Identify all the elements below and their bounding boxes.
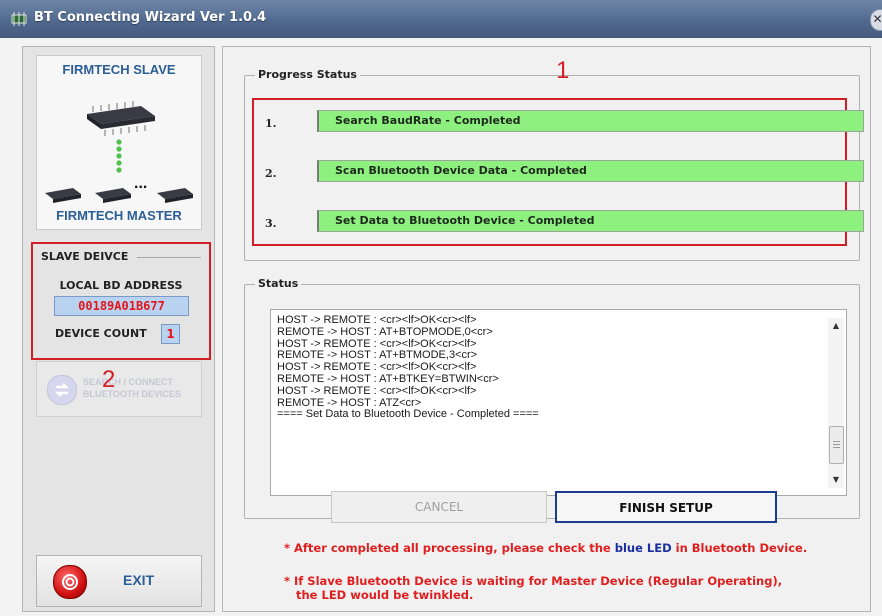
- status-log-line: REMOTE -> HOST : AT+BTOPMODE,0<cr>: [277, 325, 493, 338]
- step-number: 3.: [265, 217, 277, 230]
- note-1-after: in Bluetooth Device.: [671, 541, 808, 555]
- window-body: FIRMTECH SLAVE ... FIRMTECH MASTER SLAVE…: [0, 38, 882, 616]
- close-button[interactable]: ✕: [870, 9, 882, 31]
- log-scrollbar[interactable]: ▲ ▼: [828, 318, 844, 488]
- close-icon[interactable]: ✕: [872, 12, 882, 26]
- right-panel: Progress Status 1 1. Search BaudRate - C…: [222, 46, 871, 612]
- annotation-marker-1: 1: [556, 57, 570, 84]
- note-2-line-1: * If Slave Bluetooth Device is waiting f…: [284, 574, 783, 588]
- status-log-line: ==== Set Data to Bluetooth Device - Comp…: [277, 408, 539, 421]
- slave-device-legend: SLAVE DEIVCE: [41, 250, 133, 263]
- status-log[interactable]: HOST -> REMOTE : <cr><lf>OK<cr><lf> REMOT…: [270, 309, 847, 496]
- scroll-thumb[interactable]: [829, 426, 844, 464]
- search-button-label: SEARCH / CONNECT BLUETOOTH DEVICES: [83, 376, 201, 400]
- search-line-1: SEARCH / CONNECT: [83, 377, 174, 387]
- left-panel: FIRMTECH SLAVE ... FIRMTECH MASTER SLAVE…: [22, 46, 215, 612]
- progress-status-legend: Progress Status: [255, 68, 360, 81]
- status-group: Status HOST -> REMOTE : <cr><lf>OK<cr><l…: [244, 277, 860, 519]
- exit-button[interactable]: EXIT: [36, 555, 202, 607]
- finish-setup-button[interactable]: FINISH SETUP: [555, 491, 777, 523]
- step-number: 1.: [265, 117, 277, 130]
- note-1-blue: blue LED: [614, 541, 672, 555]
- scroll-up-icon[interactable]: ▲: [828, 318, 844, 334]
- step-progress-bar: Scan Bluetooth Device Data - Completed: [317, 160, 864, 182]
- step-label: Search BaudRate - Completed: [335, 114, 521, 127]
- bd-address-value: 00189A01B677: [54, 296, 189, 316]
- exit-label: EXIT: [123, 572, 155, 588]
- window-title: BT Connecting Wizard Ver 1.0.4: [34, 10, 267, 25]
- master-area: ... FIRMTECH MASTER: [36, 173, 202, 230]
- status-log-lines: HOST -> REMOTE : <cr><lf>OK<cr><lf> REMOT…: [277, 314, 817, 421]
- master-label: FIRMTECH MASTER: [56, 208, 182, 223]
- progress-highlight-box: 1. Search BaudRate - Completed 2. Scan B…: [252, 98, 864, 246]
- status-log-line: HOST -> REMOTE : <cr><lf>OK<cr><lf>: [277, 384, 477, 397]
- power-icon: [53, 565, 87, 599]
- search-line-2: BLUETOOTH DEVICES: [83, 389, 181, 399]
- step-number: 2.: [265, 167, 277, 180]
- note-1-before: * After completed all processing, please…: [284, 541, 615, 555]
- bluetooth-search-icon: [47, 375, 77, 405]
- title-bar: BT Connecting Wizard Ver 1.0.4 ✕: [0, 0, 882, 38]
- annotation-marker-2: 2: [102, 366, 116, 393]
- note-2-line-2: the LED would be twinkled.: [296, 588, 474, 602]
- status-log-line: REMOTE -> HOST : AT+BTKEY=BTWIN<cr>: [277, 372, 499, 385]
- step-label: Scan Bluetooth Device Data - Completed: [335, 164, 587, 177]
- device-count-label: DEVICE COUNT: [55, 327, 147, 340]
- cancel-button[interactable]: CANCEL: [331, 491, 547, 523]
- note-1: * After completed all processing, please…: [284, 541, 807, 555]
- slave-chip-icon: [87, 101, 155, 136]
- app-icon: [11, 12, 27, 26]
- step-label: Set Data to Bluetooth Device - Completed: [335, 214, 595, 227]
- device-count-value: 1: [161, 324, 180, 344]
- step-progress-bar: Set Data to Bluetooth Device - Completed: [317, 210, 864, 232]
- search-connect-button[interactable]: SEARCH / CONNECT BLUETOOTH DEVICES: [36, 361, 202, 417]
- step-progress-bar: Search BaudRate - Completed: [317, 110, 864, 132]
- topology-dots: ...: [134, 175, 148, 192]
- scroll-down-icon[interactable]: ▼: [828, 472, 844, 488]
- legend-line: [137, 257, 201, 258]
- bd-address-label: LOCAL BD ADDRESS: [59, 279, 183, 292]
- status-legend: Status: [255, 277, 302, 290]
- slave-device-group: SLAVE DEIVCE LOCAL BD ADDRESS 00189A01B6…: [31, 242, 211, 360]
- slave-label: FIRMTECH SLAVE: [62, 62, 176, 77]
